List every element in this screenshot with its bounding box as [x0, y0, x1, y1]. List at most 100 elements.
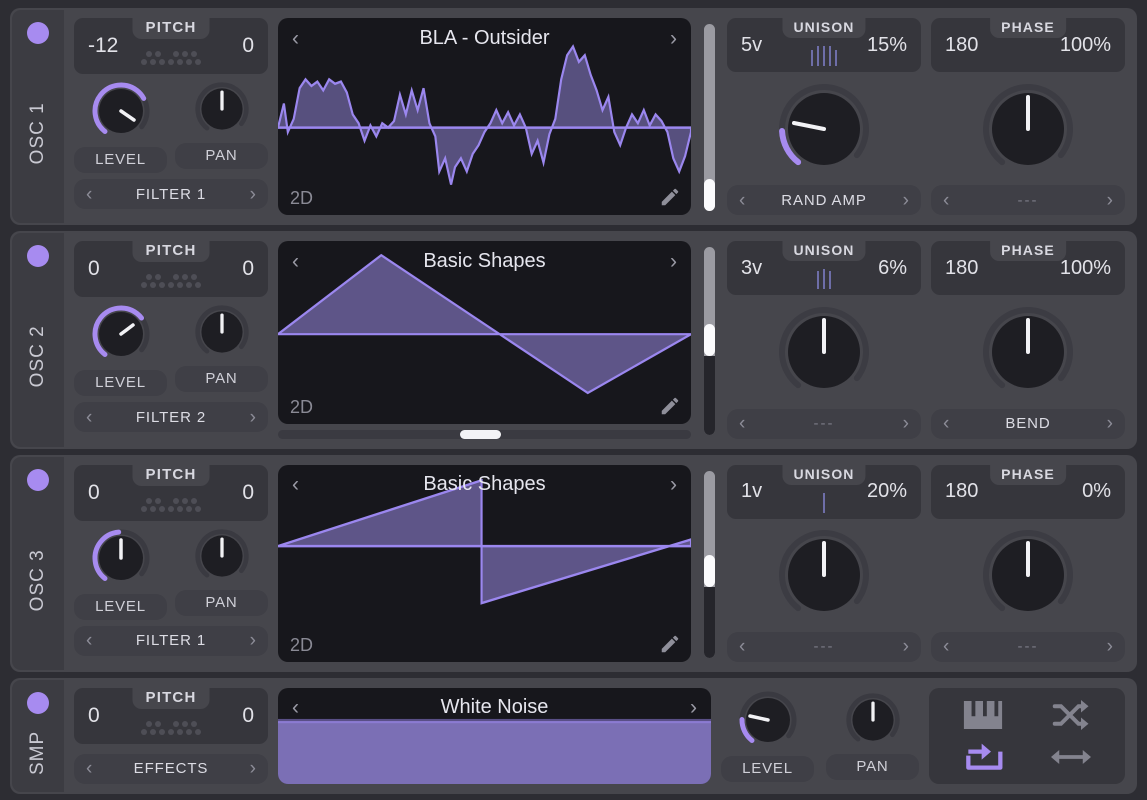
osc3-mod-source-left-selector[interactable]: ‹ --- ›: [727, 631, 921, 662]
smp-pan-knob[interactable]: [844, 691, 902, 749]
osc1-pitch-coarse[interactable]: -12: [88, 34, 118, 58]
bidirectional-icon[interactable]: [1049, 739, 1093, 775]
osc1-modulation-knob-left[interactable]: [774, 79, 874, 179]
osc2-filter-selector[interactable]: ‹ FILTER 2 ›: [74, 402, 268, 433]
smp-effects-prev-icon[interactable]: ‹: [86, 759, 92, 778]
osc1-pitch-fine[interactable]: 0: [242, 34, 254, 58]
osc1-mod-right-next-icon[interactable]: ›: [1107, 191, 1113, 210]
osc1-enable-toggle[interactable]: [27, 22, 49, 44]
osc3-wavetable-position-slider[interactable]: [695, 457, 723, 670]
osc3-filter-next-icon[interactable]: ›: [250, 631, 256, 650]
osc1-mod-left-prev-icon[interactable]: ‹: [739, 191, 745, 210]
osc1-phase-amount[interactable]: 100%: [1060, 34, 1111, 57]
osc3-phase-value[interactable]: 180: [945, 480, 978, 503]
smp-sample-prev-icon[interactable]: ‹: [292, 697, 299, 718]
osc2-mod-right-prev-icon[interactable]: ‹: [943, 414, 949, 433]
osc1-wavetable-next-icon[interactable]: ›: [670, 28, 677, 49]
osc3-mod-left-prev-icon[interactable]: ‹: [739, 637, 745, 656]
osc1-level-knob[interactable]: [90, 80, 152, 142]
osc2-wavetable-next-icon[interactable]: ›: [670, 251, 677, 272]
osc2-unison-module[interactable]: 3v UNISON 6%: [727, 240, 921, 296]
osc2-wavetable-position-slider[interactable]: [695, 233, 723, 446]
smp-pitch-fine[interactable]: 0: [242, 704, 254, 728]
smp-pitch-coarse[interactable]: 0: [88, 704, 100, 728]
osc2-edit-pencil-icon[interactable]: [659, 395, 681, 417]
keyzone-icon[interactable]: [961, 697, 1005, 733]
osc1-wavetable-display[interactable]: ‹ BLA - Outsider › 2D: [278, 18, 691, 216]
osc2-mod-left-prev-icon[interactable]: ‹: [739, 414, 745, 433]
osc3-pan-knob[interactable]: [193, 527, 251, 585]
osc3-phase-amount[interactable]: 0%: [1082, 480, 1111, 503]
osc3-mod-source-right-selector[interactable]: ‹ --- ›: [931, 631, 1125, 662]
osc2-pitch-fine[interactable]: 0: [242, 257, 254, 281]
osc1-view-mode-label[interactable]: 2D: [290, 188, 313, 209]
shuffle-icon[interactable]: [1049, 697, 1093, 733]
osc3-unison-voices[interactable]: 1v: [741, 480, 762, 503]
osc1-mod-source-left-selector[interactable]: ‹ RAND AMP ›: [727, 185, 921, 216]
osc3-pitch-module[interactable]: 0 PITCH 0: [74, 463, 268, 521]
osc1-modulation-knob-right[interactable]: [978, 79, 1078, 179]
osc1-unison-amount[interactable]: 15%: [867, 34, 907, 57]
osc2-filter-prev-icon[interactable]: ‹: [86, 408, 92, 427]
osc1-wavetable-prev-icon[interactable]: ‹: [292, 28, 299, 49]
osc1-unison-voices[interactable]: 5v: [741, 34, 762, 57]
osc2-wavetable-prev-icon[interactable]: ‹: [292, 251, 299, 272]
osc2-modulation-knob-right[interactable]: [978, 302, 1078, 402]
osc3-unison-amount[interactable]: 20%: [867, 480, 907, 503]
osc2-filter-next-icon[interactable]: ›: [250, 408, 256, 427]
osc2-modulation-knob-left[interactable]: [774, 302, 874, 402]
osc3-pitch-fine[interactable]: 0: [242, 481, 254, 505]
osc3-enable-toggle[interactable]: [27, 468, 49, 491]
osc1-phase-module[interactable]: 180 PHASE 100%: [931, 17, 1125, 72]
osc3-modulation-knob-left[interactable]: [774, 525, 874, 625]
osc3-modulation-knob-right[interactable]: [978, 525, 1078, 625]
smp-sample-display[interactable]: ‹ White Noise ›: [278, 687, 711, 784]
osc3-mod-left-next-icon[interactable]: ›: [903, 637, 909, 656]
osc2-wavetable-display[interactable]: ‹ Basic Shapes › 2D: [278, 241, 691, 424]
osc3-mod-right-prev-icon[interactable]: ‹: [943, 637, 949, 656]
osc2-enable-toggle[interactable]: [27, 245, 49, 268]
osc2-level-knob[interactable]: [90, 303, 152, 365]
osc3-level-knob[interactable]: [90, 527, 152, 589]
osc1-unison-module[interactable]: 5v UNISON 15%: [727, 17, 921, 72]
osc1-mod-source-right-selector[interactable]: ‹ --- ›: [931, 185, 1125, 216]
smp-level-knob[interactable]: [737, 689, 799, 751]
osc1-filter-next-icon[interactable]: ›: [250, 185, 256, 204]
osc3-wavetable-prev-icon[interactable]: ‹: [292, 474, 299, 495]
osc1-phase-value[interactable]: 180: [945, 34, 978, 57]
osc2-unison-voices[interactable]: 3v: [741, 257, 762, 280]
osc2-unison-amount[interactable]: 6%: [878, 257, 907, 280]
osc3-mod-right-next-icon[interactable]: ›: [1107, 637, 1113, 656]
smp-sample-next-icon[interactable]: ›: [690, 697, 697, 718]
osc1-edit-pencil-icon[interactable]: [659, 186, 681, 208]
osc1-mod-right-prev-icon[interactable]: ‹: [943, 191, 949, 210]
osc1-wavetable-position-slider[interactable]: [695, 10, 723, 223]
osc2-pan-knob[interactable]: [193, 303, 251, 361]
osc3-wavetable-display[interactable]: ‹ Basic Shapes › 2D: [278, 464, 691, 662]
osc3-filter-selector[interactable]: ‹ FILTER 1 ›: [74, 625, 268, 656]
osc2-mod-source-left-selector[interactable]: ‹ --- ›: [727, 408, 921, 439]
smp-effects-selector[interactable]: ‹ EFFECTS ›: [74, 753, 268, 784]
osc1-pitch-module[interactable]: -12 PITCH 0: [74, 17, 268, 74]
osc2-mod-right-next-icon[interactable]: ›: [1107, 414, 1113, 433]
osc2-mod-source-right-selector[interactable]: ‹ BEND ›: [931, 408, 1125, 439]
osc3-pitch-coarse[interactable]: 0: [88, 481, 100, 505]
osc3-wavetable-next-icon[interactable]: ›: [670, 474, 677, 495]
osc2-wavetable-hscrollbar[interactable]: [278, 429, 691, 439]
osc1-filter-selector[interactable]: ‹ FILTER 1 ›: [74, 179, 268, 209]
loop-icon[interactable]: [961, 739, 1005, 775]
osc2-pitch-coarse[interactable]: 0: [88, 257, 100, 281]
osc2-mod-left-next-icon[interactable]: ›: [903, 414, 909, 433]
smp-enable-toggle[interactable]: [27, 691, 49, 714]
smp-effects-next-icon[interactable]: ›: [250, 759, 256, 778]
osc1-mod-left-next-icon[interactable]: ›: [903, 191, 909, 210]
osc3-unison-module[interactable]: 1v UNISON 20%: [727, 463, 921, 519]
osc2-phase-module[interactable]: 180 PHASE 100%: [931, 240, 1125, 296]
osc3-view-mode-label[interactable]: 2D: [290, 635, 313, 656]
osc3-edit-pencil-icon[interactable]: [659, 633, 681, 655]
osc3-filter-prev-icon[interactable]: ‹: [86, 631, 92, 650]
osc2-phase-value[interactable]: 180: [945, 257, 978, 280]
osc2-pitch-module[interactable]: 0 PITCH 0: [74, 240, 268, 298]
osc2-view-mode-label[interactable]: 2D: [290, 397, 313, 418]
osc1-pan-knob[interactable]: [193, 80, 251, 138]
